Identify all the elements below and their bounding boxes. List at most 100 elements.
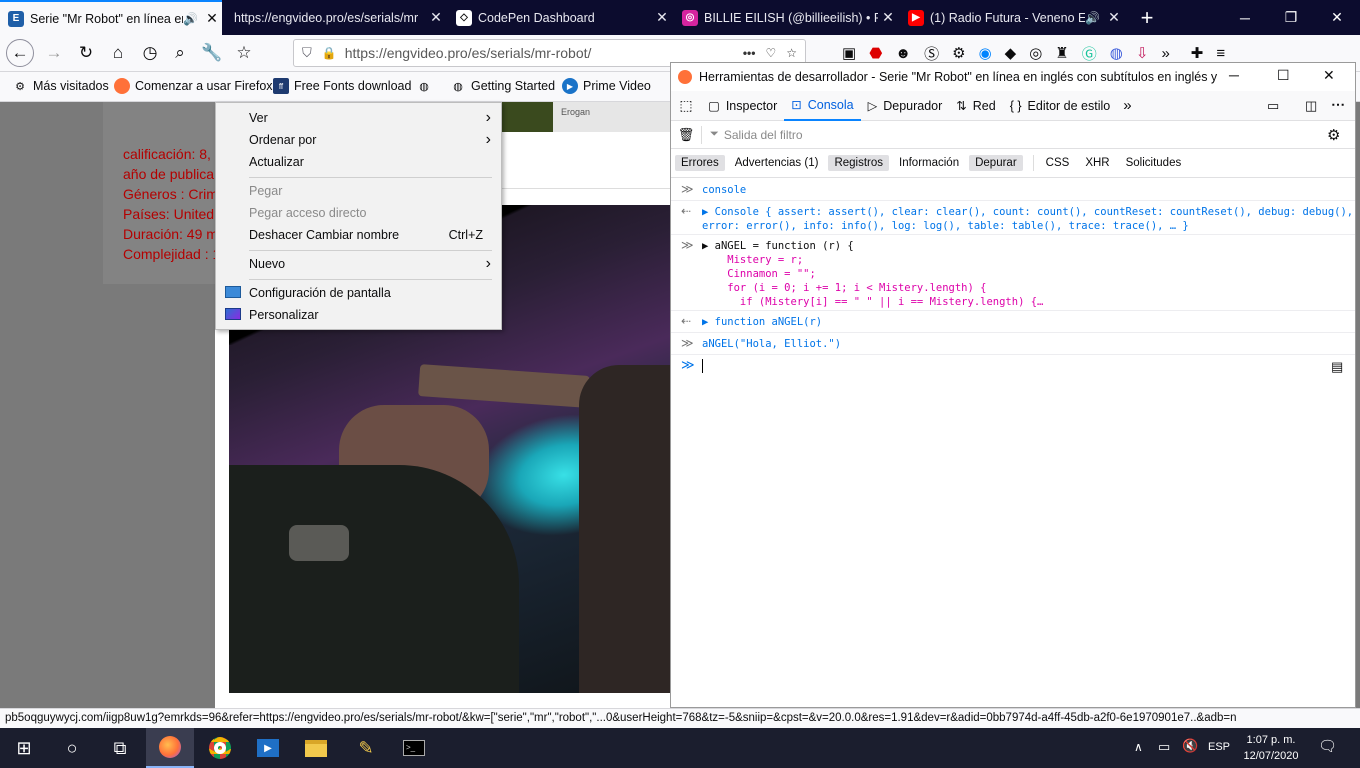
- lock-icon[interactable]: 🔒: [322, 46, 337, 60]
- bookmark-star-icon[interactable]: ☆: [230, 39, 258, 67]
- speaker-icon[interactable]: 🔊: [183, 12, 198, 26]
- extension-add-icon[interactable]: ▣: [842, 44, 856, 62]
- network-icon[interactable]: ▭: [1158, 739, 1170, 755]
- close-window-icon[interactable]: ✕: [1323, 67, 1335, 84]
- menu-item-nuevo[interactable]: Nuevo ›: [216, 253, 501, 275]
- trash-icon[interactable]: 🗑: [671, 127, 701, 143]
- tab-depurador[interactable]: ▷ Depurador: [861, 91, 950, 121]
- search-icon[interactable]: ⌕: [166, 39, 194, 67]
- extension-download-icon[interactable]: ⇩: [1136, 44, 1149, 62]
- bookmark-mas-visitados[interactable]: ⚙ Más visitados: [12, 78, 109, 94]
- extension-monkey-icon[interactable]: ☻: [895, 45, 911, 62]
- grammarly-icon[interactable]: Ⓖ: [1082, 43, 1097, 64]
- bookmark-prime-video[interactable]: ▶ Prime Video: [562, 78, 651, 94]
- maximize-icon[interactable]: ☐: [1277, 67, 1290, 84]
- close-tab-icon[interactable]: ✕: [1104, 9, 1124, 26]
- console-object[interactable]: ▶ Console { assert: assert(), clear: cle…: [702, 205, 1353, 219]
- level-advertencias[interactable]: Advertencias (1): [729, 155, 825, 171]
- history-clock-icon[interactable]: ◷: [136, 39, 164, 67]
- menu-item-deshacer-cambiar-nombre[interactable]: Deshacer Cambiar nombre Ctrl+Z: [216, 224, 501, 246]
- close-tab-icon[interactable]: ✕: [652, 9, 672, 26]
- bookmark-page-star-icon[interactable]: ☆: [786, 46, 797, 60]
- show-hidden-icons-chevron-icon[interactable]: ∧: [1134, 740, 1143, 754]
- level-registros[interactable]: Registros: [828, 155, 890, 171]
- url-text[interactable]: https://engvideo.pro/es/serials/mr-robot…: [345, 45, 592, 61]
- console-settings-gear-icon[interactable]: ⚙: [1327, 126, 1340, 144]
- tab-codepen[interactable]: ◇ CodePen Dashboard ✕: [448, 0, 672, 35]
- windows-start-icon[interactable]: ⊞: [0, 728, 48, 768]
- bookmark-globe[interactable]: ◍: [416, 78, 437, 94]
- chrome-taskbar-icon[interactable]: [196, 728, 244, 768]
- close-tab-icon[interactable]: ✕: [878, 9, 898, 26]
- filter-input[interactable]: Salida del filtro: [724, 128, 803, 142]
- messenger-icon[interactable]: ◉: [979, 44, 992, 62]
- tab-youtube[interactable]: ▶ (1) Radio Futura - Veneno En 🔊 ✕: [900, 0, 1124, 35]
- console-input-area[interactable]: ≫ ▤: [671, 355, 1355, 707]
- editor-mode-icon[interactable]: ▤: [1331, 359, 1343, 375]
- action-center-icon[interactable]: 🗨: [1318, 737, 1337, 755]
- tab-inspector[interactable]: ▢ Inspector: [701, 91, 784, 121]
- task-view-icon[interactable]: ⧉: [96, 728, 144, 768]
- level-errores[interactable]: Errores: [675, 155, 725, 171]
- tab-editor-estilo[interactable]: { } Editor de estilo: [1003, 91, 1118, 121]
- home-icon[interactable]: ⌂: [104, 39, 132, 67]
- tab-mr-robot[interactable]: E Serie "Mr Robot" en línea en 🔊 ✕: [0, 0, 222, 35]
- wrench-icon[interactable]: 🔧: [198, 39, 226, 67]
- page-actions-more-icon[interactable]: •••: [743, 46, 756, 60]
- hamburger-menu-icon[interactable]: ≡: [1216, 45, 1225, 62]
- menu-item-ordenar-por[interactable]: Ordenar por ›: [216, 129, 501, 151]
- clock[interactable]: 1:07 p. m. 12/07/2020: [1236, 732, 1306, 764]
- close-tab-icon[interactable]: ✕: [426, 9, 446, 26]
- language-indicator[interactable]: ESP: [1208, 741, 1230, 753]
- pocket-icon[interactable]: ♡: [765, 46, 776, 60]
- overflow-menu-icon[interactable]: ⋯: [1331, 96, 1345, 113]
- overflow-chevron-icon[interactable]: »: [1161, 45, 1169, 62]
- more-tools-chevron-icon[interactable]: »: [1123, 97, 1131, 114]
- terminal-taskbar-icon[interactable]: >_: [390, 728, 438, 768]
- tab-engvideo-url[interactable]: https://engvideo.pro/es/serials/mr ✕: [224, 0, 446, 35]
- tab-red[interactable]: ⇅ Red: [949, 91, 1002, 121]
- level-css[interactable]: CSS: [1040, 155, 1076, 171]
- shield-icon[interactable]: ⛉: [302, 45, 312, 61]
- dock-icon[interactable]: ◫: [1305, 98, 1317, 114]
- close-window-icon[interactable]: ✕: [1314, 0, 1360, 35]
- reload-icon[interactable]: ↻: [72, 39, 100, 67]
- split-console-icon[interactable]: ▭: [1267, 98, 1279, 114]
- bookmark-getting-started[interactable]: ◍ Getting Started: [450, 78, 555, 94]
- extension-globe-icon[interactable]: ◍: [1110, 44, 1123, 62]
- media-player-taskbar-icon[interactable]: ▶: [244, 728, 292, 768]
- thumbnail-image[interactable]: [501, 102, 553, 132]
- minimize-icon[interactable]: ─: [1229, 67, 1239, 83]
- close-tab-icon[interactable]: ✕: [202, 10, 222, 27]
- level-depurar[interactable]: Depurar: [969, 155, 1023, 171]
- new-tab-plus-icon[interactable]: +: [1124, 0, 1170, 35]
- extensions-puzzle-icon[interactable]: ✚: [1191, 44, 1204, 62]
- cortana-search-icon[interactable]: ○: [48, 728, 96, 768]
- app-taskbar-icon[interactable]: ✎: [342, 728, 390, 768]
- adblock-plus-icon[interactable]: ⬣: [869, 44, 882, 62]
- level-informacion[interactable]: Información: [893, 155, 965, 171]
- file-explorer-taskbar-icon[interactable]: [292, 728, 340, 768]
- tab-consola[interactable]: ⊡ Consola: [784, 91, 861, 121]
- speaker-icon[interactable]: 🔊: [1085, 11, 1100, 25]
- tab-instagram[interactable]: ◎ BILLIE EILISH (@billieeilish) • Fo ✕: [674, 0, 898, 35]
- menu-item-actualizar[interactable]: Actualizar: [216, 151, 501, 173]
- minimize-icon[interactable]: ─: [1222, 0, 1268, 35]
- level-solicitudes[interactable]: Solicitudes: [1120, 155, 1188, 171]
- back-arrow-icon[interactable]: ←: [6, 39, 34, 67]
- bookmark-comenzar-firefox[interactable]: Comenzar a usar Firefox: [114, 78, 273, 94]
- menu-item-ver[interactable]: Ver ›: [216, 107, 501, 129]
- level-xhr[interactable]: XHR: [1079, 155, 1115, 171]
- element-picker-icon[interactable]: ⬚: [671, 97, 701, 114]
- bookmark-free-fonts[interactable]: ff Free Fonts download: [273, 78, 411, 94]
- forward-arrow-icon[interactable]: →: [40, 39, 68, 67]
- extension-fox-icon[interactable]: ◆: [1005, 44, 1017, 62]
- firefox-taskbar-icon[interactable]: [146, 728, 194, 768]
- volume-muted-icon[interactable]: 🔇: [1182, 738, 1198, 754]
- menu-item-personalizar[interactable]: Personalizar: [216, 304, 501, 326]
- extension-circle-icon[interactable]: ◎: [1029, 44, 1042, 62]
- extension-s-icon[interactable]: Ⓢ: [924, 43, 939, 64]
- console-function[interactable]: ▶ function aNGEL(r): [702, 315, 1335, 329]
- menu-item-configuracion-pantalla[interactable]: Configuración de pantalla: [216, 282, 501, 304]
- extension-tool-icon[interactable]: ♜: [1055, 44, 1068, 62]
